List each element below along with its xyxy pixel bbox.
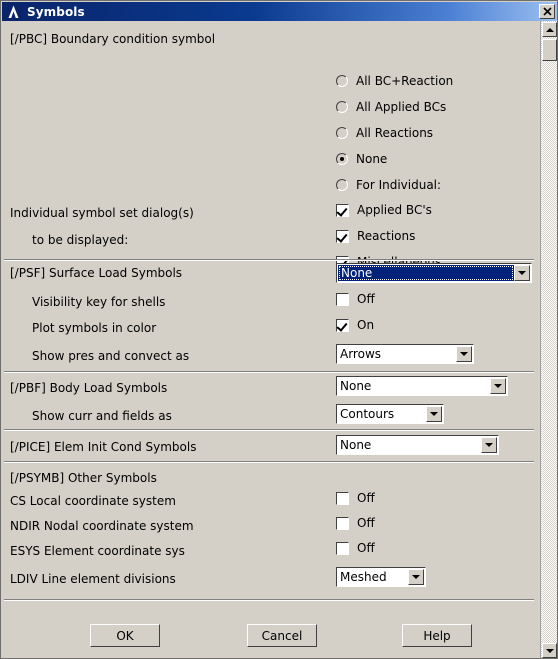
checkbox-cs-local-coordinate-system[interactable]: Off bbox=[336, 491, 375, 505]
radio-label: All Reactions bbox=[356, 126, 434, 140]
scroll-down-glyph bbox=[545, 648, 554, 653]
dropdown-value: None bbox=[340, 379, 372, 393]
radio-indicator bbox=[336, 75, 348, 87]
ansys-lambda-icon bbox=[5, 3, 22, 20]
chevron-down-icon[interactable] bbox=[514, 265, 530, 281]
group-separator bbox=[4, 371, 534, 373]
cancel-button-label: Cancel bbox=[261, 628, 303, 643]
radio-indicator bbox=[336, 127, 348, 139]
radio-label: All BC+Reaction bbox=[356, 74, 454, 88]
psf-heading: [/PSF] Surface Load Symbols bbox=[10, 266, 183, 280]
chevron-down-icon[interactable] bbox=[481, 437, 497, 453]
dropdown-value: None bbox=[340, 438, 372, 452]
group-separator bbox=[4, 429, 534, 431]
checkbox-indicator bbox=[336, 292, 349, 306]
to-be-displayed-label: to be displayed: bbox=[32, 233, 129, 247]
radio-for-individual[interactable]: For Individual: bbox=[336, 178, 441, 192]
show-curr-and-fields-dropdown[interactable]: Contours bbox=[336, 404, 444, 424]
ok-button-label: OK bbox=[116, 628, 134, 643]
ldiv-line-element-divisions-label: LDIV Line element divisions bbox=[10, 572, 176, 586]
chevron-down-icon[interactable] bbox=[456, 346, 472, 362]
checkbox-plot-symbols-in-color[interactable]: On bbox=[336, 318, 374, 332]
pbf-body-load-symbols-dropdown[interactable]: None bbox=[336, 376, 508, 396]
checkbox-applied-bcs[interactable]: Applied BC's bbox=[336, 203, 432, 217]
dropdown-value: None bbox=[338, 265, 514, 281]
checkbox-state-label: Off bbox=[357, 491, 375, 505]
ldiv-line-element-divisions-dropdown[interactable]: Meshed bbox=[336, 567, 426, 587]
scroll-up-arrow-icon[interactable] bbox=[542, 22, 557, 37]
scroll-up-glyph bbox=[545, 27, 554, 32]
checkbox-indicator bbox=[336, 541, 349, 555]
radio-label: None bbox=[356, 152, 388, 166]
pice-heading: [/PICE] Elem Init Cond Symbols bbox=[10, 440, 197, 454]
show-curr-and-fields-label: Show curr and fields as bbox=[32, 409, 172, 423]
scrollbar-thumb[interactable] bbox=[542, 39, 557, 61]
checkbox-label: Applied BC's bbox=[357, 203, 432, 217]
checkbox-indicator bbox=[336, 491, 349, 505]
checkbox-indicator bbox=[336, 229, 349, 243]
help-button[interactable]: Help bbox=[402, 624, 472, 647]
close-glyph bbox=[542, 7, 552, 16]
checkbox-esys-element-coordinate-sys[interactable]: Off bbox=[336, 541, 375, 555]
checkbox-state-label: Off bbox=[357, 292, 375, 306]
pbf-heading: [/PBF] Body Load Symbols bbox=[10, 381, 168, 395]
pbc-heading: [/PBC] Boundary condition symbol bbox=[10, 32, 216, 46]
chevron-down-icon[interactable] bbox=[490, 378, 506, 394]
show-pres-and-convect-dropdown[interactable]: Arrows bbox=[336, 344, 474, 364]
radio-label: All Applied BCs bbox=[356, 100, 447, 114]
vertical-scrollbar[interactable] bbox=[540, 21, 557, 658]
checkbox-ndir-nodal-coordinate-system[interactable]: Off bbox=[336, 516, 375, 530]
checkbox-indicator bbox=[336, 516, 349, 530]
dropdown-value: Contours bbox=[340, 407, 395, 421]
plot-symbols-in-color-label: Plot symbols in color bbox=[32, 321, 157, 335]
pice-elem-init-cond-symbols-dropdown[interactable]: None bbox=[336, 435, 499, 455]
radio-all-applied-bcs[interactable]: All Applied BCs bbox=[336, 100, 446, 114]
window-title: Symbols bbox=[27, 4, 85, 19]
group-separator bbox=[4, 259, 534, 261]
scroll-down-arrow-icon[interactable] bbox=[542, 643, 557, 658]
radio-all-reactions[interactable]: All Reactions bbox=[336, 126, 433, 140]
dialog-body: [/PBC] Boundary condition symbol All BC+… bbox=[2, 21, 557, 658]
symbols-dialog: Symbols [/PBC] Boundary condition symbol… bbox=[0, 0, 558, 659]
radio-all-bc-reaction[interactable]: All BC+Reaction bbox=[336, 74, 453, 88]
cs-local-coordinate-system-label: CS Local coordinate system bbox=[10, 494, 176, 508]
esys-element-coordinate-sys-label: ESYS Element coordinate sys bbox=[10, 544, 185, 558]
close-icon[interactable] bbox=[539, 4, 555, 19]
checkbox-indicator bbox=[336, 203, 349, 217]
checkbox-reactions[interactable]: Reactions bbox=[336, 229, 415, 243]
radio-indicator bbox=[336, 179, 348, 191]
psf-surface-load-symbols-dropdown[interactable]: None bbox=[336, 263, 532, 283]
group-separator bbox=[4, 461, 534, 463]
dropdown-value: Arrows bbox=[340, 347, 382, 361]
cancel-button[interactable]: Cancel bbox=[247, 624, 317, 647]
title-bar: Symbols bbox=[2, 2, 557, 21]
ndir-nodal-coordinate-system-label: NDIR Nodal coordinate system bbox=[10, 519, 194, 533]
button-row-separator bbox=[4, 599, 534, 601]
radio-indicator bbox=[336, 101, 348, 113]
dropdown-value: Meshed bbox=[340, 570, 387, 584]
checkbox-state-label: Off bbox=[357, 541, 375, 555]
radio-none[interactable]: None bbox=[336, 152, 387, 166]
checkbox-state-label: On bbox=[357, 318, 375, 332]
psymb-heading: [/PSYMB] Other Symbols bbox=[10, 471, 157, 485]
radio-indicator-selected bbox=[336, 153, 348, 165]
checkbox-indicator bbox=[336, 318, 349, 332]
chevron-down-icon[interactable] bbox=[426, 406, 442, 422]
individual-symbol-set-label: Individual symbol set dialog(s) bbox=[10, 206, 194, 220]
visibility-key-for-shells-label: Visibility key for shells bbox=[32, 295, 166, 309]
chevron-down-icon[interactable] bbox=[408, 569, 424, 585]
show-pres-and-convect-label: Show pres and convect as bbox=[32, 349, 190, 363]
checkbox-visibility-key-for-shells[interactable]: Off bbox=[336, 292, 375, 306]
help-button-label: Help bbox=[423, 628, 451, 643]
checkbox-state-label: Off bbox=[357, 516, 375, 530]
ok-button[interactable]: OK bbox=[90, 624, 160, 647]
radio-label: For Individual: bbox=[356, 178, 442, 192]
checkbox-label: Reactions bbox=[357, 229, 416, 243]
